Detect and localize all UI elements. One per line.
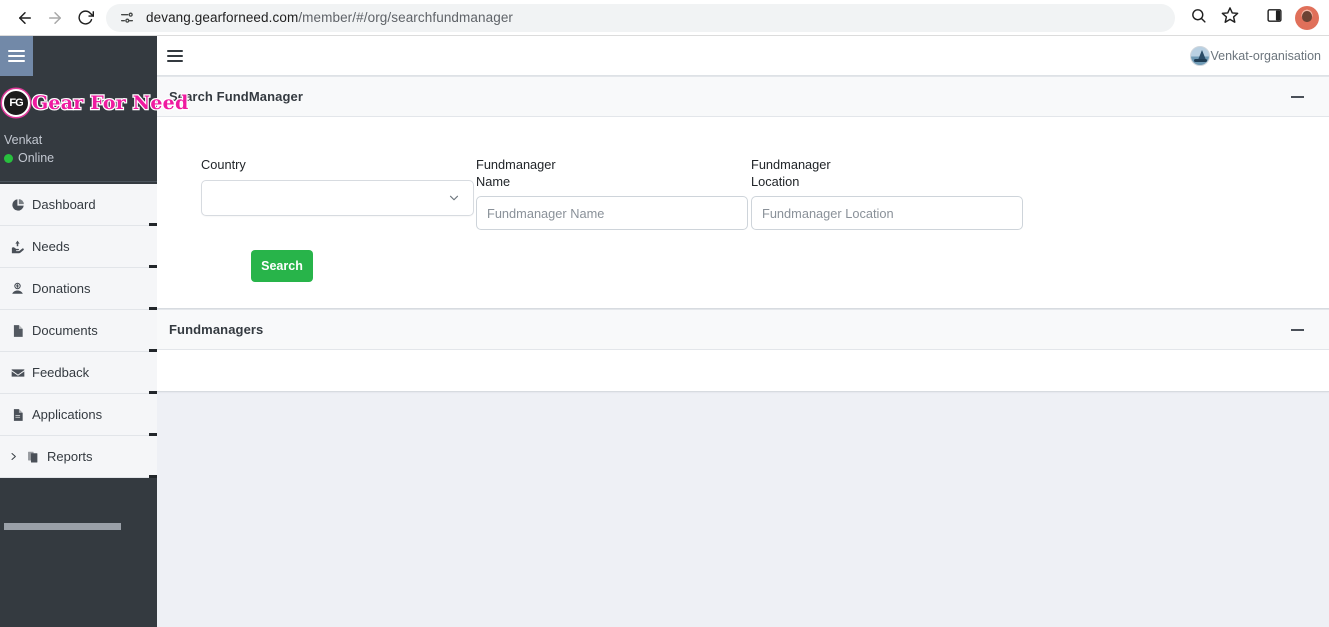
sidebar: FG Gear For Need Venkat Online Dashboard <box>0 36 189 627</box>
scrollbar-thumb[interactable] <box>4 523 121 530</box>
sidebar-item-label: Dashboard <box>32 197 96 212</box>
side-panel-icon <box>1266 7 1283 29</box>
search-panel-collapse-button[interactable] <box>1287 87 1307 107</box>
pie-chart-icon <box>8 198 27 212</box>
url-text: devang.gearforneed.com/member/#/org/sear… <box>146 10 513 25</box>
hands-help-icon <box>8 239 27 254</box>
envelope-icon <box>8 365 27 381</box>
profile-avatar-icon[interactable] <box>1295 5 1319 30</box>
user-status-label: Online <box>18 151 55 165</box>
browser-toolbar: devang.gearforneed.com/member/#/org/sear… <box>0 0 1329 36</box>
reload-button[interactable] <box>70 3 100 33</box>
sidebar-menu: Dashboard Needs Donations Documents Feed… <box>0 184 157 478</box>
back-button[interactable] <box>10 3 40 33</box>
hamburger-toggle-icon <box>8 47 25 65</box>
back-arrow-icon <box>16 9 34 27</box>
results-panel-title: Fundmanagers <box>169 322 264 337</box>
sidebar-item-donations[interactable]: Donations <box>0 268 157 310</box>
zoom-search-icon <box>1190 7 1207 29</box>
country-label: Country <box>201 157 246 172</box>
sidebar-item-documents[interactable]: Documents <box>0 310 157 352</box>
toolbar-icons <box>1183 3 1319 33</box>
search-button[interactable]: Search <box>251 250 313 282</box>
fundmanager-location-field-group: Fundmanager Location <box>751 157 1026 230</box>
url-host: devang.gearforneed.com <box>146 10 299 25</box>
logo-badge-icon: FG <box>2 89 30 117</box>
sidebar-item-label: Documents <box>32 323 98 338</box>
country-field-group: Country <box>201 157 476 216</box>
chevron-right-icon <box>8 452 19 461</box>
user-name: Venkat <box>4 133 43 147</box>
sidebar-item-label: Donations <box>32 281 91 296</box>
logo-text: Gear For Need <box>31 91 190 115</box>
forward-button[interactable] <box>40 3 70 33</box>
search-action-row: Search <box>201 230 1307 282</box>
organisation-menu[interactable]: Venkat-organisation <box>1189 45 1322 66</box>
results-panel-body <box>157 350 1329 391</box>
sidebar-item-needs[interactable]: Needs <box>0 226 157 268</box>
results-panel-collapse-button[interactable] <box>1287 320 1307 340</box>
sidebar-item-label: Reports <box>47 449 93 464</box>
search-panel-body: Country Fundmanager Name Fundmanager Loc… <box>157 117 1329 308</box>
organisation-name: Venkat-organisation <box>1210 48 1322 63</box>
sidebar-horizontal-scrollbar[interactable] <box>4 523 153 531</box>
sidebar-item-label: Applications <box>32 407 103 422</box>
minus-collapse-icon <box>1290 95 1304 98</box>
star-bookmark-icon <box>1221 6 1239 29</box>
search-fundmanager-panel: Search FundManager Country Fundmanager N… <box>157 76 1329 309</box>
organisation-avatar-icon <box>1189 45 1210 66</box>
bookmark-button[interactable] <box>1215 3 1245 33</box>
minus-collapse-icon <box>1290 328 1304 331</box>
sidebar-item-reports[interactable]: Reports <box>0 436 157 478</box>
forward-arrow-icon <box>46 9 64 27</box>
copy-files-icon <box>23 450 42 464</box>
sidebar-item-dashboard[interactable]: Dashboard <box>0 184 157 226</box>
donate-icon <box>8 281 27 296</box>
fundmanager-name-field-group: Fundmanager Name <box>476 157 751 230</box>
document-icon <box>8 408 27 422</box>
user-status: Online <box>4 149 157 167</box>
fundmanager-location-input[interactable] <box>751 196 1023 230</box>
fundmanagers-results-panel: Fundmanagers <box>157 309 1329 392</box>
chevron-down-icon <box>447 191 461 205</box>
online-status-dot-icon <box>4 153 13 163</box>
search-panel-title: Search FundManager <box>169 89 303 104</box>
sidebar-user-panel: Venkat Online <box>0 131 157 182</box>
sidebar-collapse-toggle[interactable] <box>0 36 33 76</box>
hamburger-menu-icon <box>167 49 183 52</box>
side-panel-button[interactable] <box>1259 3 1289 33</box>
address-bar[interactable]: devang.gearforneed.com/member/#/org/sear… <box>106 3 1175 32</box>
reload-icon <box>77 9 94 26</box>
sidebar-item-label: Needs <box>32 239 70 254</box>
country-select[interactable] <box>201 179 474 216</box>
file-icon <box>8 324 27 338</box>
application-window: FG Gear For Need Venkat Online Dashboard <box>0 36 1329 627</box>
fundmanager-location-label: Fundmanager Location <box>751 157 831 189</box>
sidebar-item-applications[interactable]: Applications <box>0 394 157 436</box>
site-settings-icon[interactable] <box>118 9 136 27</box>
sidebar-item-feedback[interactable]: Feedback <box>0 352 157 394</box>
sidebar-item-label: Feedback <box>32 365 90 380</box>
zoom-button[interactable] <box>1183 3 1213 33</box>
app-logo[interactable]: FG Gear For Need <box>0 82 189 124</box>
url-path: /member/#/org/searchfundmanager <box>298 10 514 25</box>
search-form-row: Country Fundmanager Name Fundmanager Loc… <box>201 157 1307 230</box>
results-panel-header: Fundmanagers <box>157 310 1329 350</box>
top-navbar: Venkat-organisation <box>157 36 1329 76</box>
main-content: Venkat-organisation Search FundManager C… <box>157 36 1329 627</box>
fundmanager-name-label: Fundmanager Name <box>476 157 556 189</box>
fundmanager-name-input[interactable] <box>476 196 748 230</box>
navbar-menu-toggle[interactable] <box>167 47 183 65</box>
search-panel-header: Search FundManager <box>157 77 1329 117</box>
